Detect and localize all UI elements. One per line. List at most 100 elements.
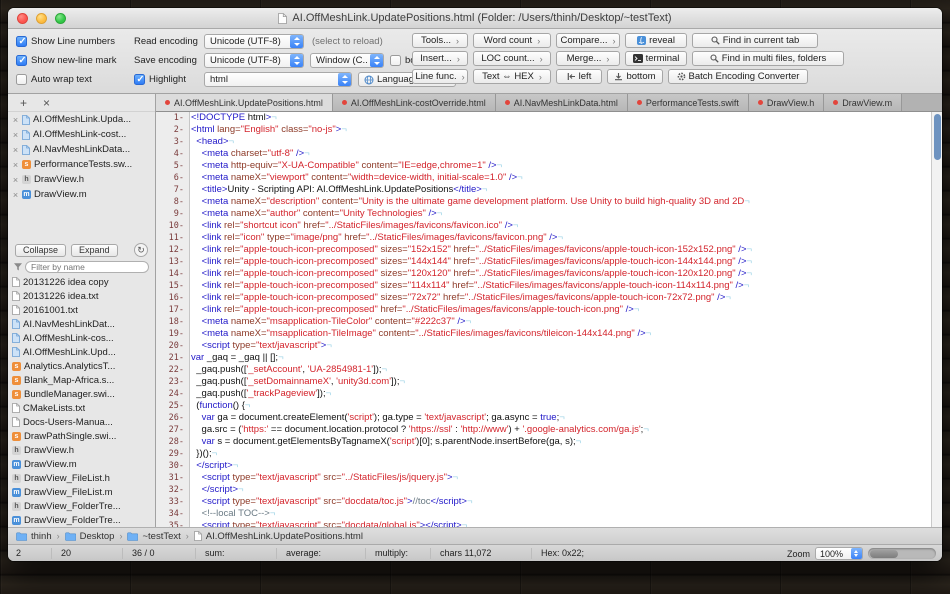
close-all-button[interactable]: × xyxy=(43,97,50,109)
find-in-current-tab-button[interactable]: Find in current tab xyxy=(692,33,818,48)
breadcrumb-item[interactable]: AI.OffMeshLink.UpdatePositions.html xyxy=(193,531,363,542)
checkbox-icon[interactable] xyxy=(134,74,145,85)
loc-count-button[interactable]: LOC count... xyxy=(473,51,551,66)
file-list-item[interactable]: m DrawView_FileList.m xyxy=(8,485,155,499)
open-file-item[interactable]: × h DrawView.h xyxy=(8,172,155,187)
breadcrumb-separator-icon: › xyxy=(119,531,123,541)
minimize-window-button[interactable] xyxy=(36,13,47,24)
close-file-icon[interactable]: × xyxy=(12,145,19,155)
word-count-button[interactable]: Word count xyxy=(473,33,551,48)
open-file-item[interactable]: × AI.OffMeshLink.Upda... xyxy=(8,112,155,127)
horizontal-scrollbar-thumb[interactable] xyxy=(870,549,898,558)
breadcrumb-item[interactable]: ~testText xyxy=(127,531,181,542)
close-file-icon[interactable]: × xyxy=(12,130,19,140)
breadcrumb-item[interactable]: thinh xyxy=(16,531,52,542)
zoom-window-button[interactable] xyxy=(55,13,66,24)
find-in-multi-files-button[interactable]: Find in multi files, folders xyxy=(692,51,844,66)
open-file-item[interactable]: × m DrawView.m xyxy=(8,187,155,202)
line-number: 18- xyxy=(168,317,184,327)
show-line-numbers-checkbox[interactable]: Show Line numbers xyxy=(16,36,134,47)
newline-mark: ¬ xyxy=(725,292,731,303)
highlight-checkbox[interactable]: Highlight xyxy=(134,74,204,85)
file-type-icon: m xyxy=(12,459,21,469)
file-list-item[interactable]: h DrawView_FileList.h xyxy=(8,471,155,485)
checkbox-icon[interactable] xyxy=(390,55,401,66)
newline-mark: ¬ xyxy=(304,148,310,159)
tab[interactable]: PerformanceTests.swift xyxy=(627,94,749,111)
compare-button[interactable]: Compare... xyxy=(556,33,620,48)
vertical-scrollbar-thumb[interactable] xyxy=(934,114,941,160)
tab[interactable]: AI.OffMeshLink.UpdatePositions.html xyxy=(156,94,333,111)
open-file-item[interactable]: × AI.OffMeshLink-cost... xyxy=(8,127,155,142)
close-file-icon[interactable]: × xyxy=(12,175,19,185)
newline-mark: ¬ xyxy=(399,376,406,387)
checkbox-icon[interactable] xyxy=(16,55,27,66)
newline-format-select[interactable]: Window (C...) xyxy=(310,53,384,68)
file-list-item[interactable]: h DrawView_FolderTre... xyxy=(8,499,155,513)
newline-mark: ¬ xyxy=(381,364,388,375)
breadcrumb-item[interactable]: Desktop xyxy=(64,531,114,542)
file-list-item[interactable]: s DrawPathSingle.swi... xyxy=(8,429,155,443)
file-list-item[interactable]: CMakeLists.txt xyxy=(8,401,155,415)
file-list-item[interactable]: 20131226 idea.txt xyxy=(8,289,155,303)
open-file-item[interactable]: × AI.NavMeshLinkData... xyxy=(8,142,155,157)
file-list-item[interactable]: AI.OffMeshLink.Upd... xyxy=(8,345,155,359)
syntax-mode-select[interactable]: html xyxy=(204,72,352,87)
expand-button[interactable]: Expand xyxy=(71,243,118,257)
add-file-button[interactable]: + xyxy=(20,97,27,109)
file-list-item[interactable]: m DrawView_FolderTre... xyxy=(8,513,155,527)
collapse-button[interactable]: Collapse xyxy=(15,243,67,257)
tab[interactable]: DrawView.h xyxy=(748,94,825,111)
show-newline-mark-checkbox[interactable]: Show new-line mark xyxy=(16,55,134,66)
file-list-item[interactable]: 20131226 idea copy xyxy=(8,275,155,289)
code-line: 15- <link rel="apple-touch-icon-precompo… xyxy=(156,280,931,292)
checkbox-icon[interactable] xyxy=(16,74,27,85)
save-encoding-select[interactable]: Unicode (UTF-8) xyxy=(204,53,304,68)
reveal-button[interactable]: reveal xyxy=(625,33,687,48)
open-file-item[interactable]: × s PerformanceTests.sw... xyxy=(8,157,155,172)
checkbox-icon[interactable] xyxy=(16,36,27,47)
file-list-item[interactable]: AI.NavMeshLinkDat... xyxy=(8,317,155,331)
close-file-icon[interactable]: × xyxy=(12,160,19,170)
close-file-icon[interactable]: × xyxy=(12,190,19,200)
filter-input[interactable] xyxy=(25,261,149,273)
file-type-icon: h xyxy=(12,445,21,455)
code-line: 16- <link rel="apple-touch-icon-precompo… xyxy=(156,292,931,304)
refresh-icon[interactable]: ↻ xyxy=(134,243,148,257)
line-number: 29- xyxy=(168,449,184,459)
tab[interactable]: AI.OffMeshLink-costOverride.html xyxy=(332,94,496,111)
read-encoding-select[interactable]: Unicode (UTF-8) xyxy=(204,34,304,49)
zoom-select[interactable]: 100% xyxy=(815,547,863,560)
tab[interactable]: AI.NavMeshLinkData.html xyxy=(495,94,628,111)
insert-button[interactable]: Insert... xyxy=(412,51,468,66)
file-list-item[interactable]: Docs-Users-Manua... xyxy=(8,415,155,429)
line-func-button[interactable]: Line func. xyxy=(412,69,468,84)
file-name: AI.OffMeshLink.Upd... xyxy=(23,346,116,358)
file-list-item[interactable]: s Blank_Map-Africa.s... xyxy=(8,373,155,387)
code-editor[interactable]: 1- <!DOCTYPE html>¬ 2- <html lang="English"… xyxy=(156,112,931,527)
panel-left-button[interactable]: left xyxy=(556,69,602,84)
terminal-button[interactable]: terminal xyxy=(625,51,687,66)
file-list-item[interactable]: s BundleManager.swi... xyxy=(8,387,155,401)
file-list-item[interactable]: h DrawView.h xyxy=(8,443,155,457)
tools-button[interactable]: Tools... xyxy=(412,33,468,48)
merge-button[interactable]: Merge... xyxy=(556,51,620,66)
tab[interactable]: DrawView.m xyxy=(824,94,903,111)
titlebar[interactable]: AI.OffMeshLink.UpdatePositions.html (Fol… xyxy=(8,8,942,29)
batch-encoding-converter-button[interactable]: Batch Encoding Converter xyxy=(668,69,808,84)
file-list-item[interactable]: s Analytics.AnalyticsT... xyxy=(8,359,155,373)
file-list-item[interactable]: 20161001.txt xyxy=(8,303,155,317)
auto-wrap-checkbox[interactable]: Auto wrap text xyxy=(16,74,134,85)
close-window-button[interactable] xyxy=(17,13,28,24)
file-list-item[interactable]: m DrawView.m xyxy=(8,457,155,471)
code-text: <script type="text/javascript" src="../S… xyxy=(201,472,459,483)
horizontal-scrollbar[interactable] xyxy=(868,548,936,559)
text-hex-button[interactable]: Text ⇔ HEX xyxy=(473,69,551,84)
file-list-item[interactable]: AI.OffMeshLink-cos... xyxy=(8,331,155,345)
modified-dot-icon xyxy=(165,100,170,105)
close-file-icon[interactable]: × xyxy=(12,115,19,125)
code-line: 32- </script>¬ xyxy=(156,484,931,496)
vertical-scrollbar[interactable] xyxy=(931,112,942,527)
panel-bottom-button[interactable]: bottom xyxy=(607,69,663,84)
popup-arrows-icon xyxy=(851,548,862,559)
